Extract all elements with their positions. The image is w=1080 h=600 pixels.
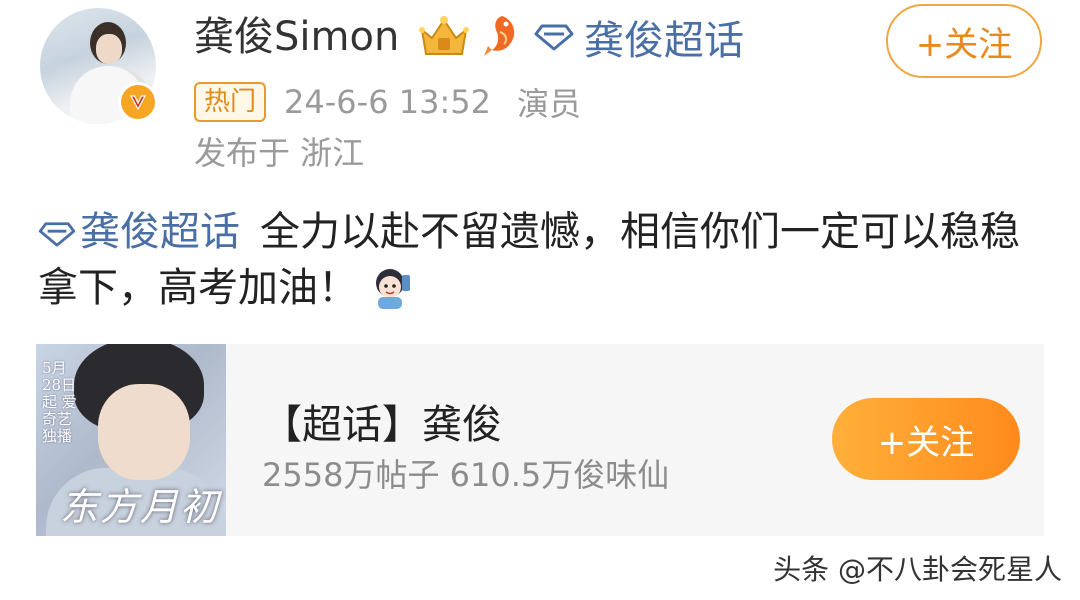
inline-topic-label[interactable]: 龚俊超话 xyxy=(80,209,240,255)
cover-figure-face xyxy=(98,384,190,480)
cover-side-text: 5月28日起 爱奇艺独播 xyxy=(42,359,77,445)
user-role: 演员 xyxy=(516,85,581,123)
cover-title: 东方月初 xyxy=(60,485,221,529)
follow-user-button[interactable]: +关注 xyxy=(886,4,1042,78)
hot-badge: 热门 xyxy=(194,82,267,122)
super-topic-icon xyxy=(38,222,76,247)
header-topic-label[interactable]: 龚俊超话 xyxy=(584,8,744,66)
koi-fish-icon xyxy=(484,16,515,56)
username[interactable]: 龚俊Simon xyxy=(194,10,399,64)
watermark: 头条 @不八卦会死星人 xyxy=(773,553,1062,586)
verified-v-icon xyxy=(118,82,158,122)
post-location: 发布于 浙江 xyxy=(194,134,365,172)
super-topic-icon xyxy=(534,24,574,51)
post-time: 24-6-6 13:52 xyxy=(284,83,491,121)
avatar-figure-face xyxy=(96,34,122,64)
header-topic-link[interactable]: 龚俊超话 xyxy=(534,10,744,64)
inline-topic-link[interactable]: 龚俊超话 xyxy=(38,209,240,255)
follow-topic-button[interactable]: +关注 xyxy=(832,398,1020,480)
super-topic-card[interactable]: 5月28日起 爱奇艺独播 东方月初 【超话】龚俊 2558万帖子 610.5万俊… xyxy=(36,344,1044,536)
card-title[interactable]: 【超话】龚俊 xyxy=(262,392,502,450)
topic-cover-image: 5月28日起 爱奇艺独播 东方月初 xyxy=(36,344,226,536)
crown-icon xyxy=(419,16,469,55)
card-stats: 2558万帖子 610.5万俊味仙 xyxy=(262,456,670,494)
post-meta: 热门 24-6-6 13:52 演员 xyxy=(194,80,581,124)
chibi-sticker-icon xyxy=(376,269,410,309)
post-content: 龚俊超话 全力以赴不留遗憾，相信你们一定可以稳稳拿下，高考加油！ xyxy=(38,204,1048,316)
